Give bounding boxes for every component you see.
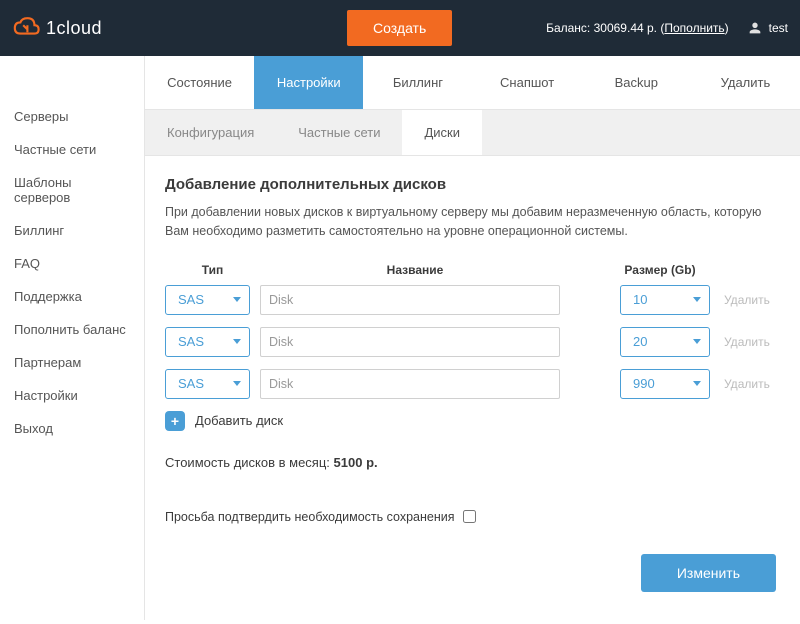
- add-disk-label: Добавить диск: [195, 413, 283, 428]
- disk-row: SAS 990 Удалить: [165, 369, 780, 399]
- caret-down-icon: [233, 297, 241, 302]
- sidebar-item-faq[interactable]: FAQ: [0, 247, 144, 280]
- balance-text: Баланс: 30069.44 р. (Пополнить): [546, 21, 729, 35]
- disk-name-input[interactable]: [260, 369, 560, 399]
- user-icon: [747, 20, 763, 36]
- disk-name-input[interactable]: [260, 327, 560, 357]
- disk-type-value: SAS: [178, 334, 204, 349]
- disk-type-value: SAS: [178, 292, 204, 307]
- tab-status[interactable]: Состояние: [145, 56, 254, 109]
- col-size: Размер (Gb): [610, 263, 710, 277]
- caret-down-icon: [693, 297, 701, 302]
- disk-row: SAS 20 Удалить: [165, 327, 780, 357]
- cloud-icon: [12, 14, 40, 42]
- user-menu[interactable]: test: [747, 20, 788, 36]
- disk-type-select[interactable]: SAS: [165, 327, 250, 357]
- sidebar-item-partners[interactable]: Партнерам: [0, 346, 144, 379]
- username: test: [769, 21, 788, 35]
- col-type: Тип: [165, 263, 260, 277]
- brand-name: 1cloud: [46, 18, 102, 39]
- disk-size-select[interactable]: 990: [620, 369, 710, 399]
- tab-delete[interactable]: Удалить: [691, 56, 800, 109]
- sidebar-item-settings[interactable]: Настройки: [0, 379, 144, 412]
- sidebar-item-support[interactable]: Поддержка: [0, 280, 144, 313]
- tabs: Состояние Настройки Биллинг Снапшот Back…: [145, 56, 800, 110]
- sidebar-item-servers[interactable]: Серверы: [0, 100, 144, 133]
- subtab-disks[interactable]: Диски: [402, 110, 482, 155]
- subtab-configuration[interactable]: Конфигурация: [145, 110, 276, 155]
- caret-down-icon: [233, 339, 241, 344]
- disk-type-select[interactable]: SAS: [165, 285, 250, 315]
- sidebar-item-billing[interactable]: Биллинг: [0, 214, 144, 247]
- sidebar-item-private-networks[interactable]: Частные сети: [0, 133, 144, 166]
- disk-name-input[interactable]: [260, 285, 560, 315]
- cost-prefix: Стоимость дисков в месяц:: [165, 455, 334, 470]
- disk-size-value: 990: [633, 376, 655, 391]
- disk-row: SAS 10 Удалить: [165, 285, 780, 315]
- plus-icon: +: [165, 411, 185, 431]
- disk-delete-link[interactable]: Удалить: [724, 293, 770, 307]
- disk-size-select[interactable]: 20: [620, 327, 710, 357]
- add-disk-button[interactable]: + Добавить диск: [165, 411, 780, 431]
- sidebar-item-topup[interactable]: Пополнить баланс: [0, 313, 144, 346]
- disk-type-value: SAS: [178, 376, 204, 391]
- disk-type-select[interactable]: SAS: [165, 369, 250, 399]
- cost-value: 5100 р.: [334, 455, 378, 470]
- disk-size-select[interactable]: 10: [620, 285, 710, 315]
- caret-down-icon: [693, 381, 701, 386]
- subtab-private-networks[interactable]: Частные сети: [276, 110, 402, 155]
- submit-button[interactable]: Изменить: [641, 554, 776, 592]
- sidebar: Серверы Частные сети Шаблоны серверов Би…: [0, 56, 144, 620]
- sidebar-item-server-templates[interactable]: Шаблоны серверов: [0, 166, 144, 214]
- confirm-line: Просьба подтвердить необходимость сохран…: [165, 510, 780, 524]
- disk-size-value: 20: [633, 334, 647, 349]
- disk-size-value: 10: [633, 292, 647, 307]
- tab-backup[interactable]: Backup: [582, 56, 691, 109]
- header: 1cloud Создать Баланс: 30069.44 р. (Попо…: [0, 0, 800, 56]
- confirm-checkbox[interactable]: [463, 510, 476, 523]
- balance-value: 30069.44 р.: [594, 21, 657, 35]
- cost-line: Стоимость дисков в месяц: 5100 р.: [165, 455, 780, 470]
- sidebar-item-logout[interactable]: Выход: [0, 412, 144, 445]
- disk-delete-link[interactable]: Удалить: [724, 377, 770, 391]
- table-header: Тип Название Размер (Gb): [165, 263, 780, 285]
- tab-snapshot[interactable]: Снапшот: [473, 56, 582, 109]
- col-name: Название: [260, 263, 570, 277]
- caret-down-icon: [233, 381, 241, 386]
- disk-delete-link[interactable]: Удалить: [724, 335, 770, 349]
- content: Добавление дополнительных дисков При доб…: [145, 156, 800, 620]
- confirm-label: Просьба подтвердить необходимость сохран…: [165, 510, 455, 524]
- tab-billing[interactable]: Биллинг: [363, 56, 472, 109]
- subtabs: Конфигурация Частные сети Диски: [145, 110, 800, 156]
- topup-link[interactable]: Пополнить: [664, 21, 724, 35]
- main: Состояние Настройки Биллинг Снапшот Back…: [144, 56, 800, 620]
- section-title: Добавление дополнительных дисков: [165, 176, 780, 193]
- logo[interactable]: 1cloud: [12, 14, 102, 42]
- section-desc: При добавлении новых дисков к виртуально…: [165, 203, 780, 241]
- caret-down-icon: [693, 339, 701, 344]
- tab-settings[interactable]: Настройки: [254, 56, 363, 109]
- balance-prefix: Баланс:: [546, 21, 594, 35]
- create-button[interactable]: Создать: [347, 10, 452, 46]
